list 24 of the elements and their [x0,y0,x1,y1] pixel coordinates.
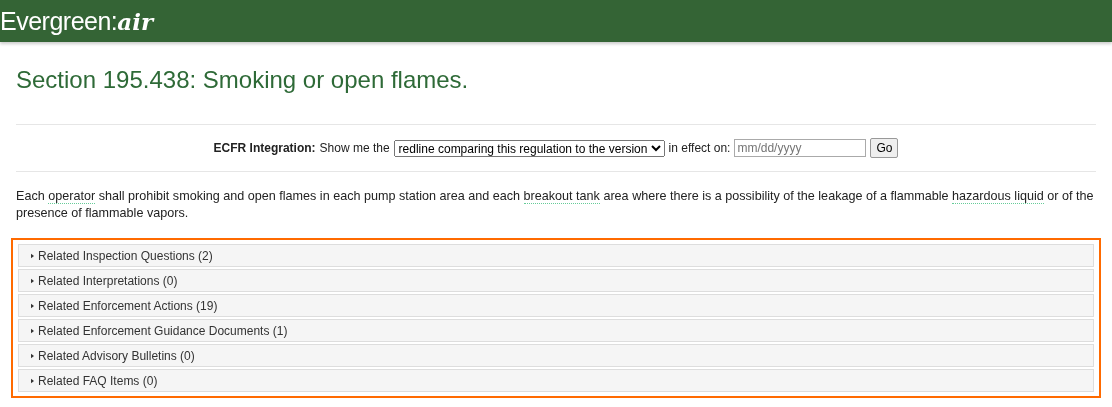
caret-icon [31,252,34,259]
caret-icon [31,327,34,334]
accordion-item[interactable]: Related FAQ Items (0) [18,369,1094,392]
regulation-text: Each operator shall prohibit smoking and open flames in each pump station area and each breakout tank area where there is a possibility of the leakage of a flammable hazardous liquid or of the presence of flammable vapors. [16,188,1095,222]
date-field[interactable]: mm/dd/yyyy [734,139,867,157]
version-dropdown[interactable]: redline comparing this regulation to the version [393,139,665,157]
ecfr-label: ECFR Integration: [213,141,316,155]
accordion-item[interactable]: Related Enforcement Actions (19) [18,294,1094,317]
caret-icon [31,377,34,384]
logo[interactable]: Evergreen:air [0,6,154,36]
caret-icon [31,352,34,359]
glossary-term[interactable]: operator [48,189,96,204]
caret-icon [31,302,34,309]
accordion-item[interactable]: Related Interpretations (0) [18,269,1094,292]
glossary-term[interactable]: hazardous liquid [952,189,1044,204]
glossary-term[interactable]: breakout tank [523,189,600,204]
ecfr-prefix: Show me the [319,141,390,155]
page-title: Section 195.438: Smoking or open flames. [16,66,470,94]
ecfr-middle: in effect on: [668,141,731,155]
accordion-item[interactable]: Related Advisory Bulletins (0) [18,344,1094,367]
caret-icon [31,277,34,284]
go-button[interactable]: Go [870,138,899,158]
accordion-item[interactable]: Related Inspection Questions (2) [18,244,1094,267]
accordion-item[interactable]: Related Enforcement Guidance Documents (1) [18,319,1094,342]
